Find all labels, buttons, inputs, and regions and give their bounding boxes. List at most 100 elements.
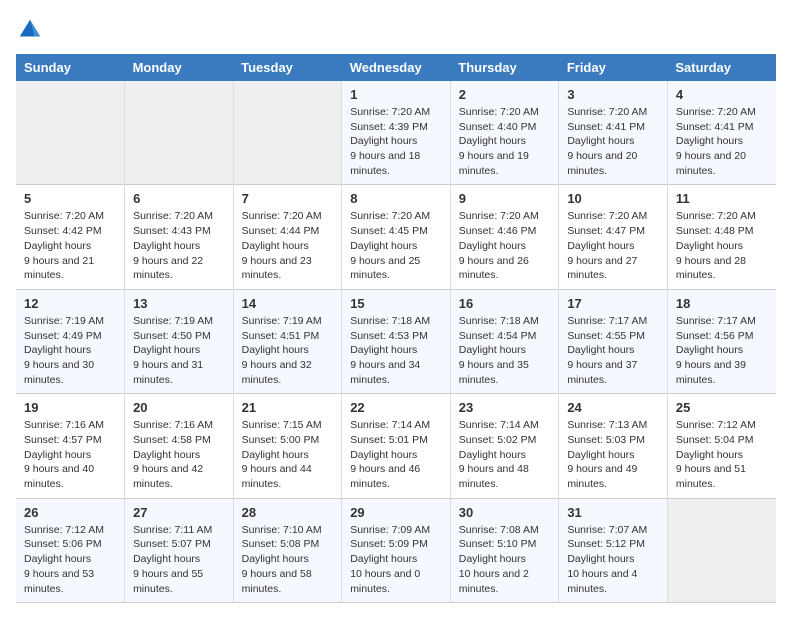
day-cell: 28Sunrise: 7:10 AMSunset: 5:08 PMDayligh… — [233, 498, 342, 602]
day-info: Sunrise: 7:18 AMSunset: 4:54 PMDaylight … — [459, 314, 551, 387]
day-info: Sunrise: 7:20 AMSunset: 4:45 PMDaylight … — [350, 209, 442, 282]
day-info: Sunrise: 7:19 AMSunset: 4:49 PMDaylight … — [24, 314, 116, 387]
day-info: Sunrise: 7:09 AMSunset: 5:09 PMDaylight … — [350, 523, 442, 596]
day-number: 27 — [133, 505, 225, 520]
col-header-sunday: Sunday — [16, 54, 125, 81]
day-number: 4 — [676, 87, 768, 102]
day-number: 30 — [459, 505, 551, 520]
day-cell: 3 Sunrise: 7:20 AMSunset: 4:41 PMDaylight… — [559, 81, 668, 185]
day-cell: 17 Sunrise: 7:17 AMSunset: 4:55 PMDayligh… — [559, 289, 668, 393]
day-number: 31 — [567, 505, 659, 520]
day-cell: 20 Sunrise: 7:16 AMSunset: 4:58 PMDayligh… — [125, 394, 234, 498]
week-row-1: 1 Sunrise: 7:20 AMSunset: 4:39 PMDaylight… — [16, 81, 776, 185]
day-info: Sunrise: 7:19 AMSunset: 4:50 PMDaylight … — [133, 314, 225, 387]
day-cell: 23Sunrise: 7:14 AMSunset: 5:02 PMDayligh… — [450, 394, 559, 498]
day-cell — [233, 81, 342, 185]
day-info: Sunrise: 7:20 AMSunset: 4:44 PMDaylight … — [242, 209, 334, 282]
logo-icon — [16, 16, 44, 44]
day-number: 10 — [567, 191, 659, 206]
day-cell: 1 Sunrise: 7:20 AMSunset: 4:39 PMDaylight… — [342, 81, 451, 185]
day-number: 25 — [676, 400, 768, 415]
logo — [16, 16, 48, 44]
day-info: Sunrise: 7:20 AMSunset: 4:43 PMDaylight … — [133, 209, 225, 282]
day-cell: 27Sunrise: 7:11 AMSunset: 5:07 PMDayligh… — [125, 498, 234, 602]
day-number: 23 — [459, 400, 551, 415]
calendar-table: SundayMondayTuesdayWednesdayThursdayFrid… — [16, 54, 776, 603]
day-number: 13 — [133, 296, 225, 311]
day-number: 6 — [133, 191, 225, 206]
day-number: 19 — [24, 400, 116, 415]
day-info: Sunrise: 7:13 AMSunset: 5:03 PMDaylight … — [567, 418, 659, 491]
col-header-friday: Friday — [559, 54, 668, 81]
day-number: 3 — [567, 87, 659, 102]
col-header-saturday: Saturday — [667, 54, 776, 81]
day-cell: 11 Sunrise: 7:20 AMSunset: 4:48 PMDayligh… — [667, 185, 776, 289]
day-number: 21 — [242, 400, 334, 415]
day-number: 17 — [567, 296, 659, 311]
day-number: 9 — [459, 191, 551, 206]
page-header — [16, 16, 776, 44]
day-info: Sunrise: 7:16 AMSunset: 4:58 PMDaylight … — [133, 418, 225, 491]
day-cell: 24 Sunrise: 7:13 AMSunset: 5:03 PMDayligh… — [559, 394, 668, 498]
day-cell: 2Sunrise: 7:20 AMSunset: 4:40 PMDaylight… — [450, 81, 559, 185]
day-cell: 16 Sunrise: 7:18 AMSunset: 4:54 PMDayligh… — [450, 289, 559, 393]
day-info: Sunrise: 7:20 AMSunset: 4:47 PMDaylight … — [567, 209, 659, 282]
day-number: 1 — [350, 87, 442, 102]
day-info: Sunrise: 7:20 AMSunset: 4:40 PMDaylight … — [459, 105, 551, 178]
day-number: 22 — [350, 400, 442, 415]
day-info: Sunrise: 7:16 AMSunset: 4:57 PMDaylight … — [24, 418, 116, 491]
day-info: Sunrise: 7:20 AMSunset: 4:39 PMDaylight … — [350, 105, 442, 178]
day-info: Sunrise: 7:19 AMSunset: 4:51 PMDaylight … — [242, 314, 334, 387]
day-cell: 10 Sunrise: 7:20 AMSunset: 4:47 PMDayligh… — [559, 185, 668, 289]
day-number: 5 — [24, 191, 116, 206]
day-cell: 13 Sunrise: 7:19 AMSunset: 4:50 PMDayligh… — [125, 289, 234, 393]
day-number: 26 — [24, 505, 116, 520]
header-row: SundayMondayTuesdayWednesdayThursdayFrid… — [16, 54, 776, 81]
day-cell — [125, 81, 234, 185]
week-row-2: 5 Sunrise: 7:20 AMSunset: 4:42 PMDaylight… — [16, 185, 776, 289]
day-number: 14 — [242, 296, 334, 311]
day-number: 16 — [459, 296, 551, 311]
week-row-3: 12 Sunrise: 7:19 AMSunset: 4:49 PMDayligh… — [16, 289, 776, 393]
day-number: 7 — [242, 191, 334, 206]
col-header-tuesday: Tuesday — [233, 54, 342, 81]
day-cell: 22 Sunrise: 7:14 AMSunset: 5:01 PMDayligh… — [342, 394, 451, 498]
day-number: 12 — [24, 296, 116, 311]
day-number: 8 — [350, 191, 442, 206]
day-number: 24 — [567, 400, 659, 415]
day-cell: 4Sunrise: 7:20 AMSunset: 4:41 PMDaylight… — [667, 81, 776, 185]
day-info: Sunrise: 7:20 AMSunset: 4:41 PMDaylight … — [567, 105, 659, 178]
day-cell: 18Sunrise: 7:17 AMSunset: 4:56 PMDayligh… — [667, 289, 776, 393]
day-info: Sunrise: 7:18 AMSunset: 4:53 PMDaylight … — [350, 314, 442, 387]
day-info: Sunrise: 7:08 AMSunset: 5:10 PMDaylight … — [459, 523, 551, 596]
day-cell: 9 Sunrise: 7:20 AMSunset: 4:46 PMDaylight… — [450, 185, 559, 289]
day-cell: 14 Sunrise: 7:19 AMSunset: 4:51 PMDayligh… — [233, 289, 342, 393]
day-cell: 5 Sunrise: 7:20 AMSunset: 4:42 PMDaylight… — [16, 185, 125, 289]
day-info: Sunrise: 7:20 AMSunset: 4:46 PMDaylight … — [459, 209, 551, 282]
col-header-thursday: Thursday — [450, 54, 559, 81]
day-info: Sunrise: 7:20 AMSunset: 4:42 PMDaylight … — [24, 209, 116, 282]
day-info: Sunrise: 7:15 AMSunset: 5:00 PMDaylight … — [242, 418, 334, 491]
day-cell: 7 Sunrise: 7:20 AMSunset: 4:44 PMDaylight… — [233, 185, 342, 289]
day-cell: 12 Sunrise: 7:19 AMSunset: 4:49 PMDayligh… — [16, 289, 125, 393]
col-header-wednesday: Wednesday — [342, 54, 451, 81]
day-info: Sunrise: 7:20 AMSunset: 4:48 PMDaylight … — [676, 209, 768, 282]
day-number: 11 — [676, 191, 768, 206]
day-cell: 15 Sunrise: 7:18 AMSunset: 4:53 PMDayligh… — [342, 289, 451, 393]
day-cell: 8 Sunrise: 7:20 AMSunset: 4:45 PMDaylight… — [342, 185, 451, 289]
day-cell: 19 Sunrise: 7:16 AMSunset: 4:57 PMDayligh… — [16, 394, 125, 498]
day-info: Sunrise: 7:17 AMSunset: 4:56 PMDaylight … — [676, 314, 768, 387]
col-header-monday: Monday — [125, 54, 234, 81]
day-info: Sunrise: 7:14 AMSunset: 5:01 PMDaylight … — [350, 418, 442, 491]
day-cell — [16, 81, 125, 185]
day-cell: 30 Sunrise: 7:08 AMSunset: 5:10 PMDayligh… — [450, 498, 559, 602]
week-row-5: 26Sunrise: 7:12 AMSunset: 5:06 PMDayligh… — [16, 498, 776, 602]
day-number: 15 — [350, 296, 442, 311]
day-cell — [667, 498, 776, 602]
day-info: Sunrise: 7:12 AMSunset: 5:04 PMDaylight … — [676, 418, 768, 491]
day-cell: 26Sunrise: 7:12 AMSunset: 5:06 PMDayligh… — [16, 498, 125, 602]
day-info: Sunrise: 7:17 AMSunset: 4:55 PMDaylight … — [567, 314, 659, 387]
day-number: 20 — [133, 400, 225, 415]
day-info: Sunrise: 7:07 AMSunset: 5:12 PMDaylight … — [567, 523, 659, 596]
day-number: 28 — [242, 505, 334, 520]
